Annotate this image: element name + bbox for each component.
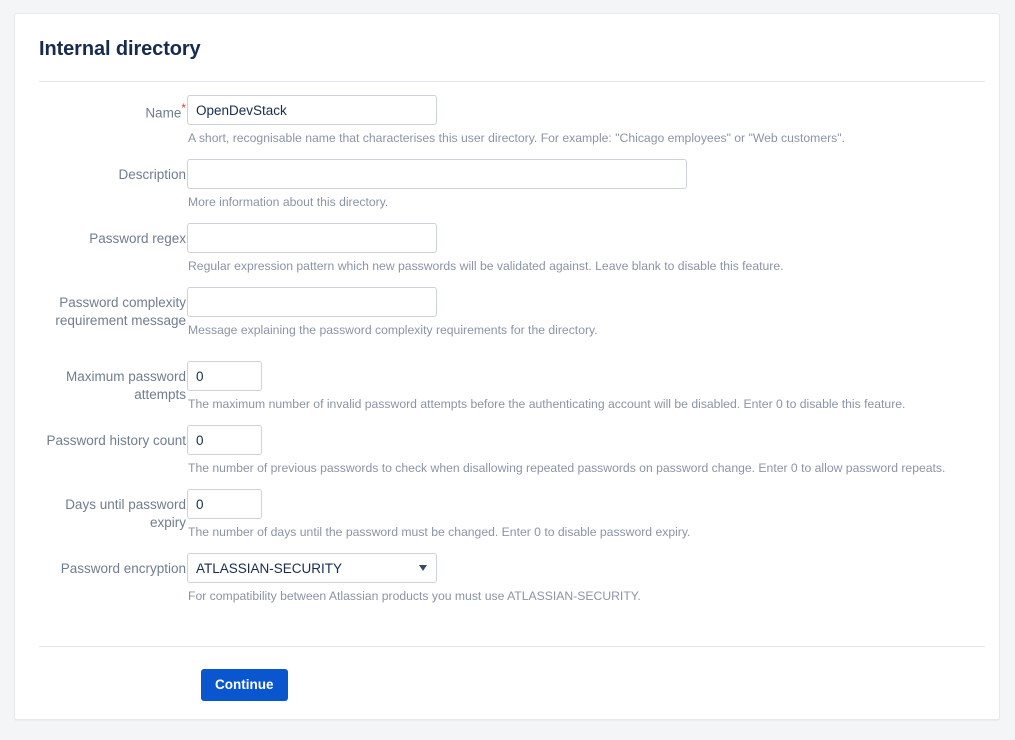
help-password-encryption: For compatibility between Atlassian prod… xyxy=(188,589,641,603)
control-days-until-password-expiry xyxy=(187,489,262,519)
password-regex-input[interactable] xyxy=(187,223,437,253)
footer-divider xyxy=(39,646,985,647)
help-password-history-count: The number of previous passwords to chec… xyxy=(188,461,946,475)
help-max-password-attempts: The maximum number of invalid password a… xyxy=(188,397,906,411)
label-max-password-attempts: Maximum password attempts xyxy=(65,369,186,402)
password-encryption-select[interactable]: ATLASSIAN-SECURITY xyxy=(187,553,437,583)
control-password-complexity-message xyxy=(187,287,437,317)
page-title: Internal directory xyxy=(39,38,201,60)
required-marker-name: * xyxy=(181,101,186,115)
label-name-text: Name xyxy=(145,105,182,121)
label-name: Name* xyxy=(39,102,186,123)
password-history-count-input[interactable] xyxy=(187,425,262,455)
label-password-complexity-message: Password complexity requirement message xyxy=(55,295,186,328)
days-until-password-expiry-input[interactable] xyxy=(187,489,262,519)
control-max-password-attempts xyxy=(187,361,262,391)
help-description: More information about this directory. xyxy=(188,195,389,209)
control-password-regex xyxy=(187,223,437,253)
label-password-encryption: Password encryption xyxy=(60,561,186,576)
control-password-history-count xyxy=(187,425,262,455)
help-password-complexity-message: Message explaining the password complexi… xyxy=(188,323,598,337)
internal-directory-card: Internal directory Name* A short, recogn… xyxy=(14,13,1000,720)
max-password-attempts-input[interactable] xyxy=(187,361,262,391)
description-input[interactable] xyxy=(187,159,687,189)
label-description: Description xyxy=(118,167,186,182)
header-divider xyxy=(39,81,985,82)
password-encryption-select-wrap: ATLASSIAN-SECURITY xyxy=(187,553,437,583)
control-password-encryption: ATLASSIAN-SECURITY xyxy=(187,553,437,583)
continue-button[interactable]: Continue xyxy=(201,669,288,701)
label-password-regex: Password regex xyxy=(89,231,186,246)
label-password-history-count: Password history count xyxy=(46,433,186,448)
help-days-until-password-expiry: The number of days until the password mu… xyxy=(188,525,691,539)
control-name xyxy=(187,95,437,125)
name-input[interactable] xyxy=(187,95,437,125)
help-password-regex: Regular expression pattern which new pas… xyxy=(188,259,784,273)
password-complexity-message-input[interactable] xyxy=(187,287,437,317)
help-name: A short, recognisable name that characte… xyxy=(188,131,845,145)
label-days-until-password-expiry: Days until password expiry xyxy=(65,497,186,530)
control-description xyxy=(187,159,687,189)
